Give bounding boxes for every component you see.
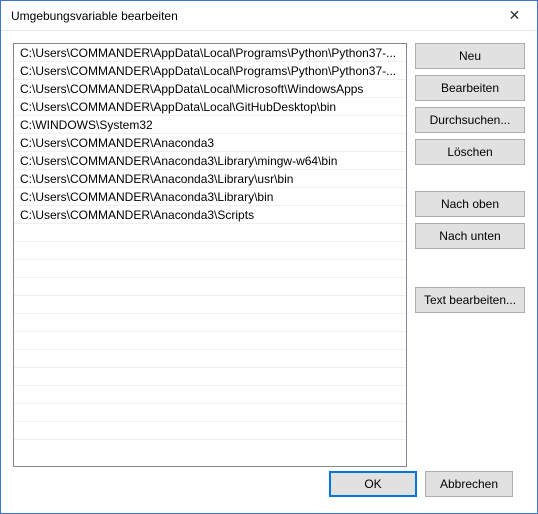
list-item: [14, 224, 406, 242]
move-up-button[interactable]: Nach oben: [415, 191, 525, 217]
spacer: [415, 171, 525, 185]
list-item[interactable]: C:\Users\COMMANDER\Anaconda3\Library\usr…: [14, 170, 406, 188]
list-item[interactable]: C:\Users\COMMANDER\AppData\Local\GitHubD…: [14, 98, 406, 116]
list-item: [14, 242, 406, 260]
dialog-footer: OK Abbrechen: [13, 467, 525, 513]
close-button[interactable]: ✕: [492, 1, 537, 31]
list-item[interactable]: C:\Users\COMMANDER\Anaconda3\Library\bin: [14, 188, 406, 206]
new-button[interactable]: Neu: [415, 43, 525, 69]
list-item[interactable]: C:\Users\COMMANDER\AppData\Local\Microso…: [14, 80, 406, 98]
list-item[interactable]: C:\Users\COMMANDER\Anaconda3\Library\min…: [14, 152, 406, 170]
list-item: [14, 404, 406, 422]
list-item: [14, 386, 406, 404]
move-down-button[interactable]: Nach unten: [415, 223, 525, 249]
list-item[interactable]: C:\Users\COMMANDER\AppData\Local\Program…: [14, 44, 406, 62]
list-item[interactable]: C:\Users\COMMANDER\Anaconda3: [14, 134, 406, 152]
list-item: [14, 422, 406, 440]
close-icon: ✕: [509, 7, 521, 24]
list-item: [14, 332, 406, 350]
list-item: [14, 314, 406, 332]
titlebar: Umgebungsvariable bearbeiten ✕: [1, 1, 537, 31]
list-item[interactable]: C:\Users\COMMANDER\Anaconda3\Scripts: [14, 206, 406, 224]
browse-button[interactable]: Durchsuchen...: [415, 107, 525, 133]
window-title: Umgebungsvariable bearbeiten: [11, 9, 492, 23]
cancel-button[interactable]: Abbrechen: [425, 471, 513, 497]
ok-button[interactable]: OK: [329, 471, 417, 497]
dialog-window: Umgebungsvariable bearbeiten ✕ C:\Users\…: [0, 0, 538, 514]
list-item: [14, 296, 406, 314]
list-item: [14, 350, 406, 368]
path-listbox[interactable]: C:\Users\COMMANDER\AppData\Local\Program…: [13, 43, 407, 467]
edit-text-button[interactable]: Text bearbeiten...: [415, 287, 525, 313]
main-row: C:\Users\COMMANDER\AppData\Local\Program…: [13, 43, 525, 467]
spacer: [415, 255, 525, 281]
list-item: [14, 368, 406, 386]
delete-button[interactable]: Löschen: [415, 139, 525, 165]
list-item: [14, 260, 406, 278]
edit-button[interactable]: Bearbeiten: [415, 75, 525, 101]
side-button-column: Neu Bearbeiten Durchsuchen... Löschen Na…: [415, 43, 525, 467]
list-item[interactable]: C:\WINDOWS\System32: [14, 116, 406, 134]
list-item: [14, 278, 406, 296]
list-item[interactable]: C:\Users\COMMANDER\AppData\Local\Program…: [14, 62, 406, 80]
dialog-content: C:\Users\COMMANDER\AppData\Local\Program…: [1, 31, 537, 513]
